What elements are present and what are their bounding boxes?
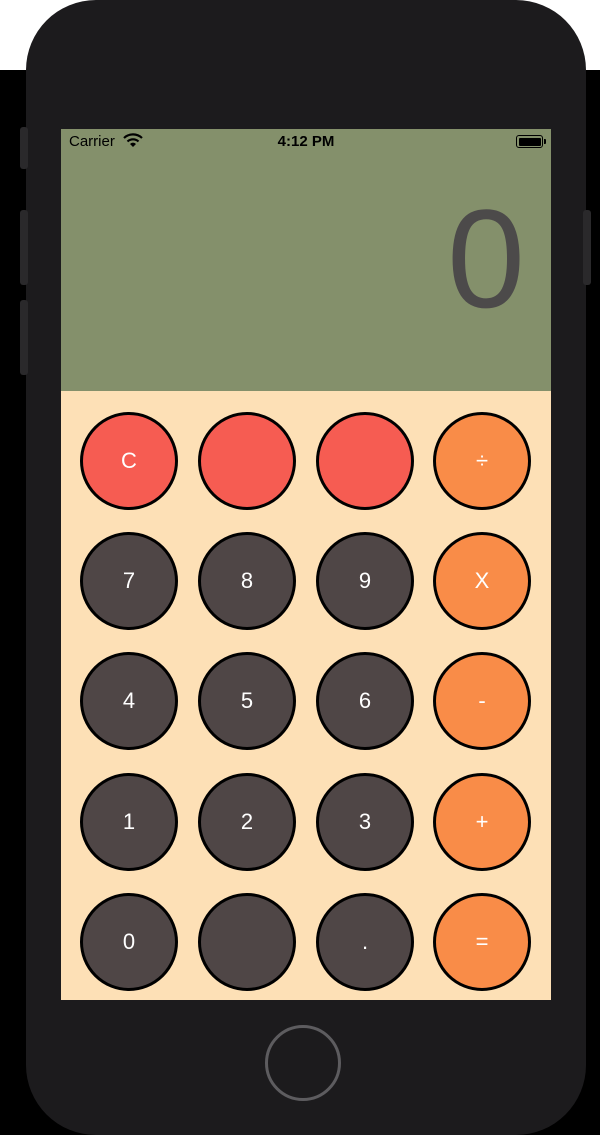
status-time: 4:12 PM: [277, 133, 335, 150]
home-button[interactable]: [265, 1025, 341, 1101]
digit-6-button[interactable]: 6: [316, 652, 414, 750]
digit-7-button[interactable]: 7: [80, 532, 178, 630]
status-bar: Carrier 4:12 PM: [61, 129, 551, 155]
digit-5-button[interactable]: 5: [198, 652, 296, 750]
digit-3-button[interactable]: 3: [316, 773, 414, 871]
digit-2-button[interactable]: 2: [198, 773, 296, 871]
digit-1-button[interactable]: 1: [80, 773, 178, 871]
digit-0-button[interactable]: 0: [80, 893, 178, 991]
battery-icon: [516, 135, 546, 148]
display-panel: Carrier 4:12 PM 0: [61, 129, 551, 391]
multiply-button[interactable]: X: [433, 532, 531, 630]
mute-switch: [20, 127, 28, 169]
digit-8-button[interactable]: 8: [198, 532, 296, 630]
result-display: 0: [447, 180, 525, 337]
minus-button[interactable]: -: [433, 652, 531, 750]
function-button-blank-2[interactable]: [316, 412, 414, 510]
app-screen: Carrier 4:12 PM 0 C ÷ 7 8 9 X 4 5 6 - 1 …: [61, 129, 551, 1000]
volume-up-button: [20, 210, 28, 285]
digit-4-button[interactable]: 4: [80, 652, 178, 750]
volume-down-button: [20, 300, 28, 375]
digit-9-button[interactable]: 9: [316, 532, 414, 630]
equals-button[interactable]: =: [433, 893, 531, 991]
blank-button[interactable]: [198, 893, 296, 991]
power-button: [583, 210, 591, 285]
divide-button[interactable]: ÷: [433, 412, 531, 510]
plus-button[interactable]: +: [433, 773, 531, 871]
decimal-button[interactable]: .: [316, 893, 414, 991]
clear-button[interactable]: C: [80, 412, 178, 510]
keypad: C ÷ 7 8 9 X 4 5 6 - 1 2 3 + 0 . =: [61, 391, 551, 1000]
function-button-blank-1[interactable]: [198, 412, 296, 510]
